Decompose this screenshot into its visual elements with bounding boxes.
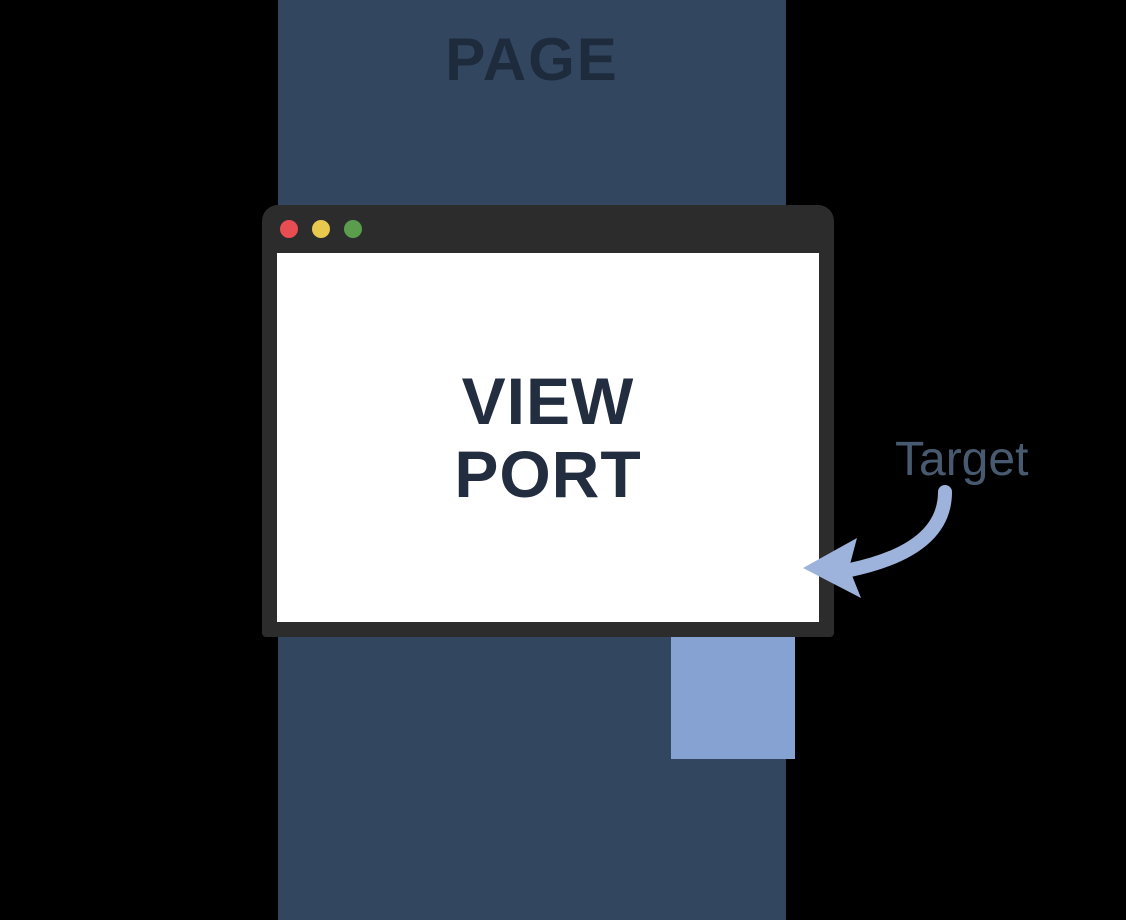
window-minimize-dot [312, 220, 330, 238]
viewport-body: VIEW PORT [277, 253, 819, 622]
browser-window: VIEW PORT [262, 205, 834, 637]
target-label: Target [895, 432, 1028, 487]
window-title-bar [262, 205, 834, 253]
viewport-label-line1: VIEW [462, 364, 635, 438]
viewport-label-line2: PORT [454, 437, 641, 511]
window-maximize-dot [344, 220, 362, 238]
window-close-dot [280, 220, 298, 238]
page-title: PAGE [278, 25, 786, 94]
viewport-label: VIEW PORT [454, 365, 641, 510]
